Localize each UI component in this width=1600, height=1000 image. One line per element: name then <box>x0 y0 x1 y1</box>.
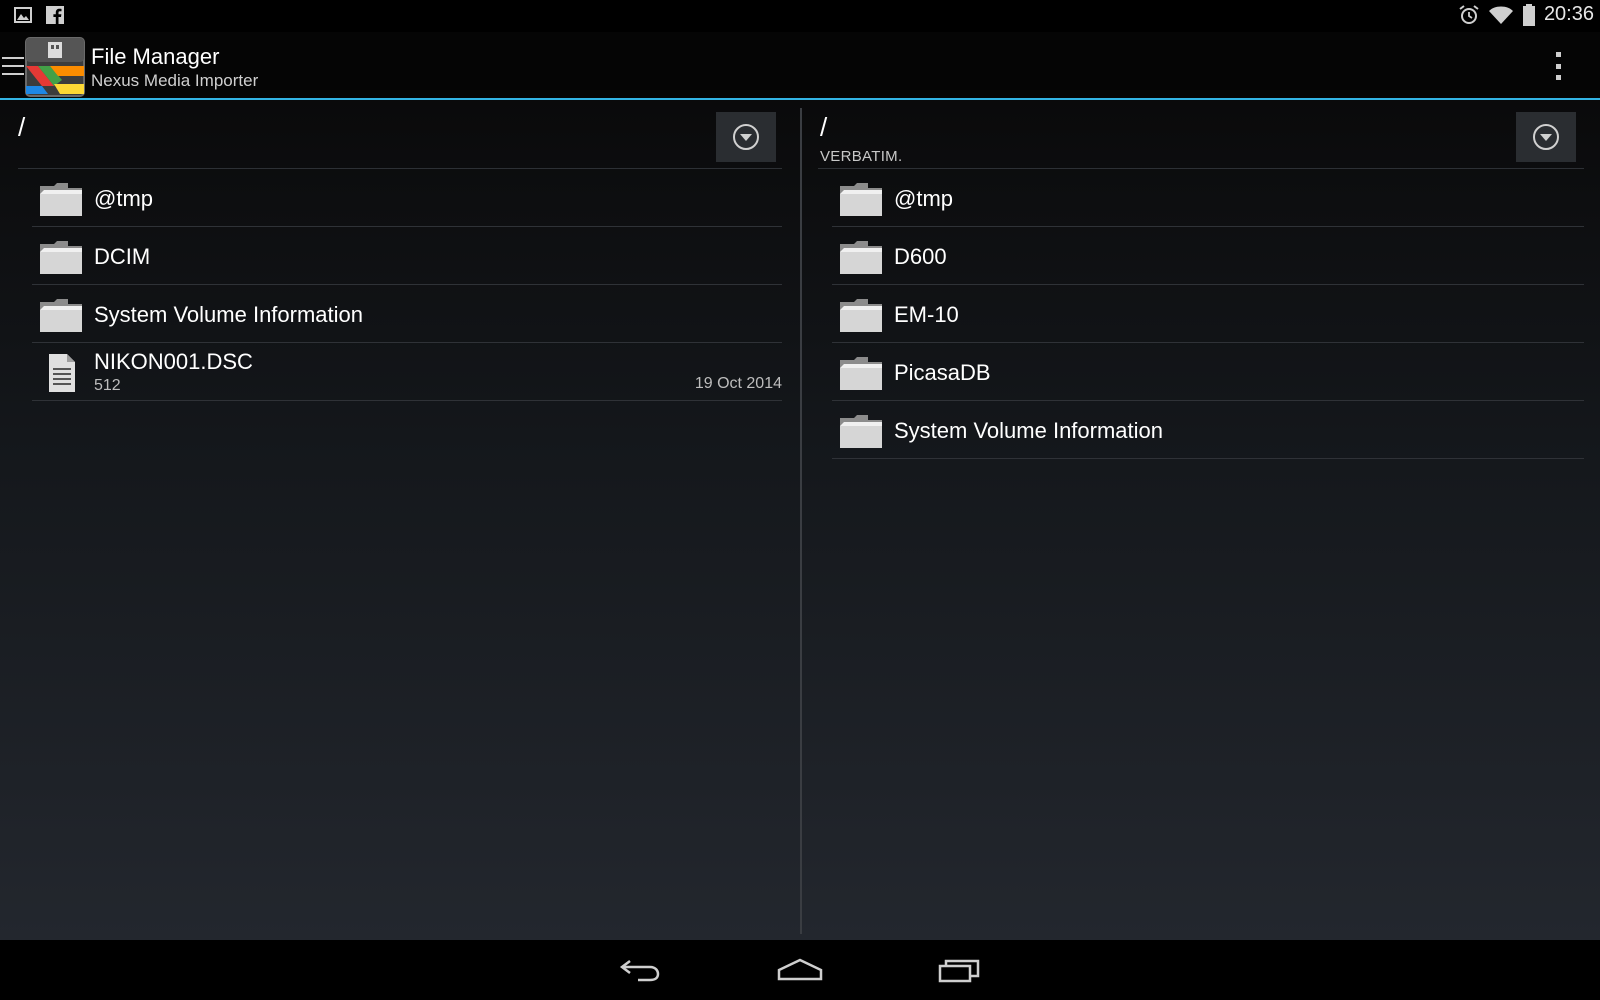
folder-name: PicasaDB <box>894 360 991 385</box>
folder-icon <box>840 299 882 332</box>
right-file-list: @tmp D600 EM-10 PicasaDB System Volume I… <box>832 169 1584 459</box>
file-row[interactable]: NIKON001.DSC 512 19 Oct 2014 <box>32 343 782 401</box>
folder-row[interactable]: @tmp <box>32 169 782 227</box>
folder-row[interactable]: System Volume Information <box>832 401 1584 459</box>
folder-name: @tmp <box>94 186 154 211</box>
wifi-icon <box>1488 6 1513 24</box>
folder-icon <box>840 357 882 390</box>
back-button[interactable] <box>612 952 668 988</box>
folder-row[interactable]: System Volume Information <box>32 285 782 343</box>
app-logo-icon[interactable] <box>24 36 86 98</box>
status-bar: 20:36 <box>0 0 1600 32</box>
left-file-list: @tmp DCIM System Volume Information NIKO… <box>32 169 782 401</box>
home-icon <box>777 958 823 981</box>
folder-row[interactable]: D600 <box>832 227 1584 285</box>
folder-name: DCIM <box>94 244 151 269</box>
folder-icon <box>840 241 882 274</box>
folder-name: System Volume Information <box>894 418 1164 443</box>
folder-icon <box>40 241 82 274</box>
folder-row[interactable]: @tmp <box>832 169 1584 227</box>
back-icon <box>619 960 660 982</box>
left-path: / <box>18 112 26 142</box>
clock-time: 20:36 <box>1543 3 1594 25</box>
right-pane-menu-button[interactable] <box>1516 112 1576 162</box>
document-icon <box>49 354 75 392</box>
overflow-menu-icon[interactable] <box>1552 52 1564 80</box>
folder-row[interactable]: DCIM <box>32 227 782 285</box>
file-name: NIKON001.DSC <box>94 349 253 374</box>
folder-icon <box>840 415 882 448</box>
folder-row[interactable]: PicasaDB <box>832 343 1584 401</box>
folder-icon <box>840 183 882 216</box>
left-pane: / @tmp DCIM System Volume Information NI… <box>0 100 800 940</box>
battery-icon <box>1522 3 1535 26</box>
left-pane-menu-button[interactable] <box>716 112 776 162</box>
file-date: 19 Oct 2014 <box>694 375 782 392</box>
image-notification-icon <box>14 7 32 23</box>
home-button[interactable] <box>772 952 828 988</box>
dropdown-circle-icon <box>733 124 759 150</box>
file-size: 512 <box>94 377 121 394</box>
dropdown-circle-icon <box>1533 124 1559 150</box>
right-pane: / VERBATIM. @tmp D600 EM-10 PicasaDB Sys… <box>802 100 1600 940</box>
volume-label: VERBATIM. <box>820 148 903 165</box>
recents-button[interactable] <box>932 952 988 988</box>
alarm-icon <box>1459 4 1479 24</box>
recents-icon <box>938 959 980 983</box>
folder-name: D600 <box>894 244 947 269</box>
drawer-menu-icon[interactable] <box>2 57 24 75</box>
app-title: File Manager <box>91 44 220 69</box>
folder-icon <box>40 299 82 332</box>
facebook-notification-icon <box>46 6 64 24</box>
folder-name: System Volume Information <box>94 302 364 327</box>
app-subtitle: Nexus Media Importer <box>91 71 259 90</box>
right-path: / <box>820 112 828 142</box>
navigation-bar <box>0 940 1600 1000</box>
folder-icon <box>40 183 82 216</box>
dual-pane-content: / @tmp DCIM System Volume Information NI… <box>0 100 1600 940</box>
folder-row[interactable]: EM-10 <box>832 285 1584 343</box>
folder-name: @tmp <box>894 186 954 211</box>
folder-name: EM-10 <box>894 302 959 327</box>
